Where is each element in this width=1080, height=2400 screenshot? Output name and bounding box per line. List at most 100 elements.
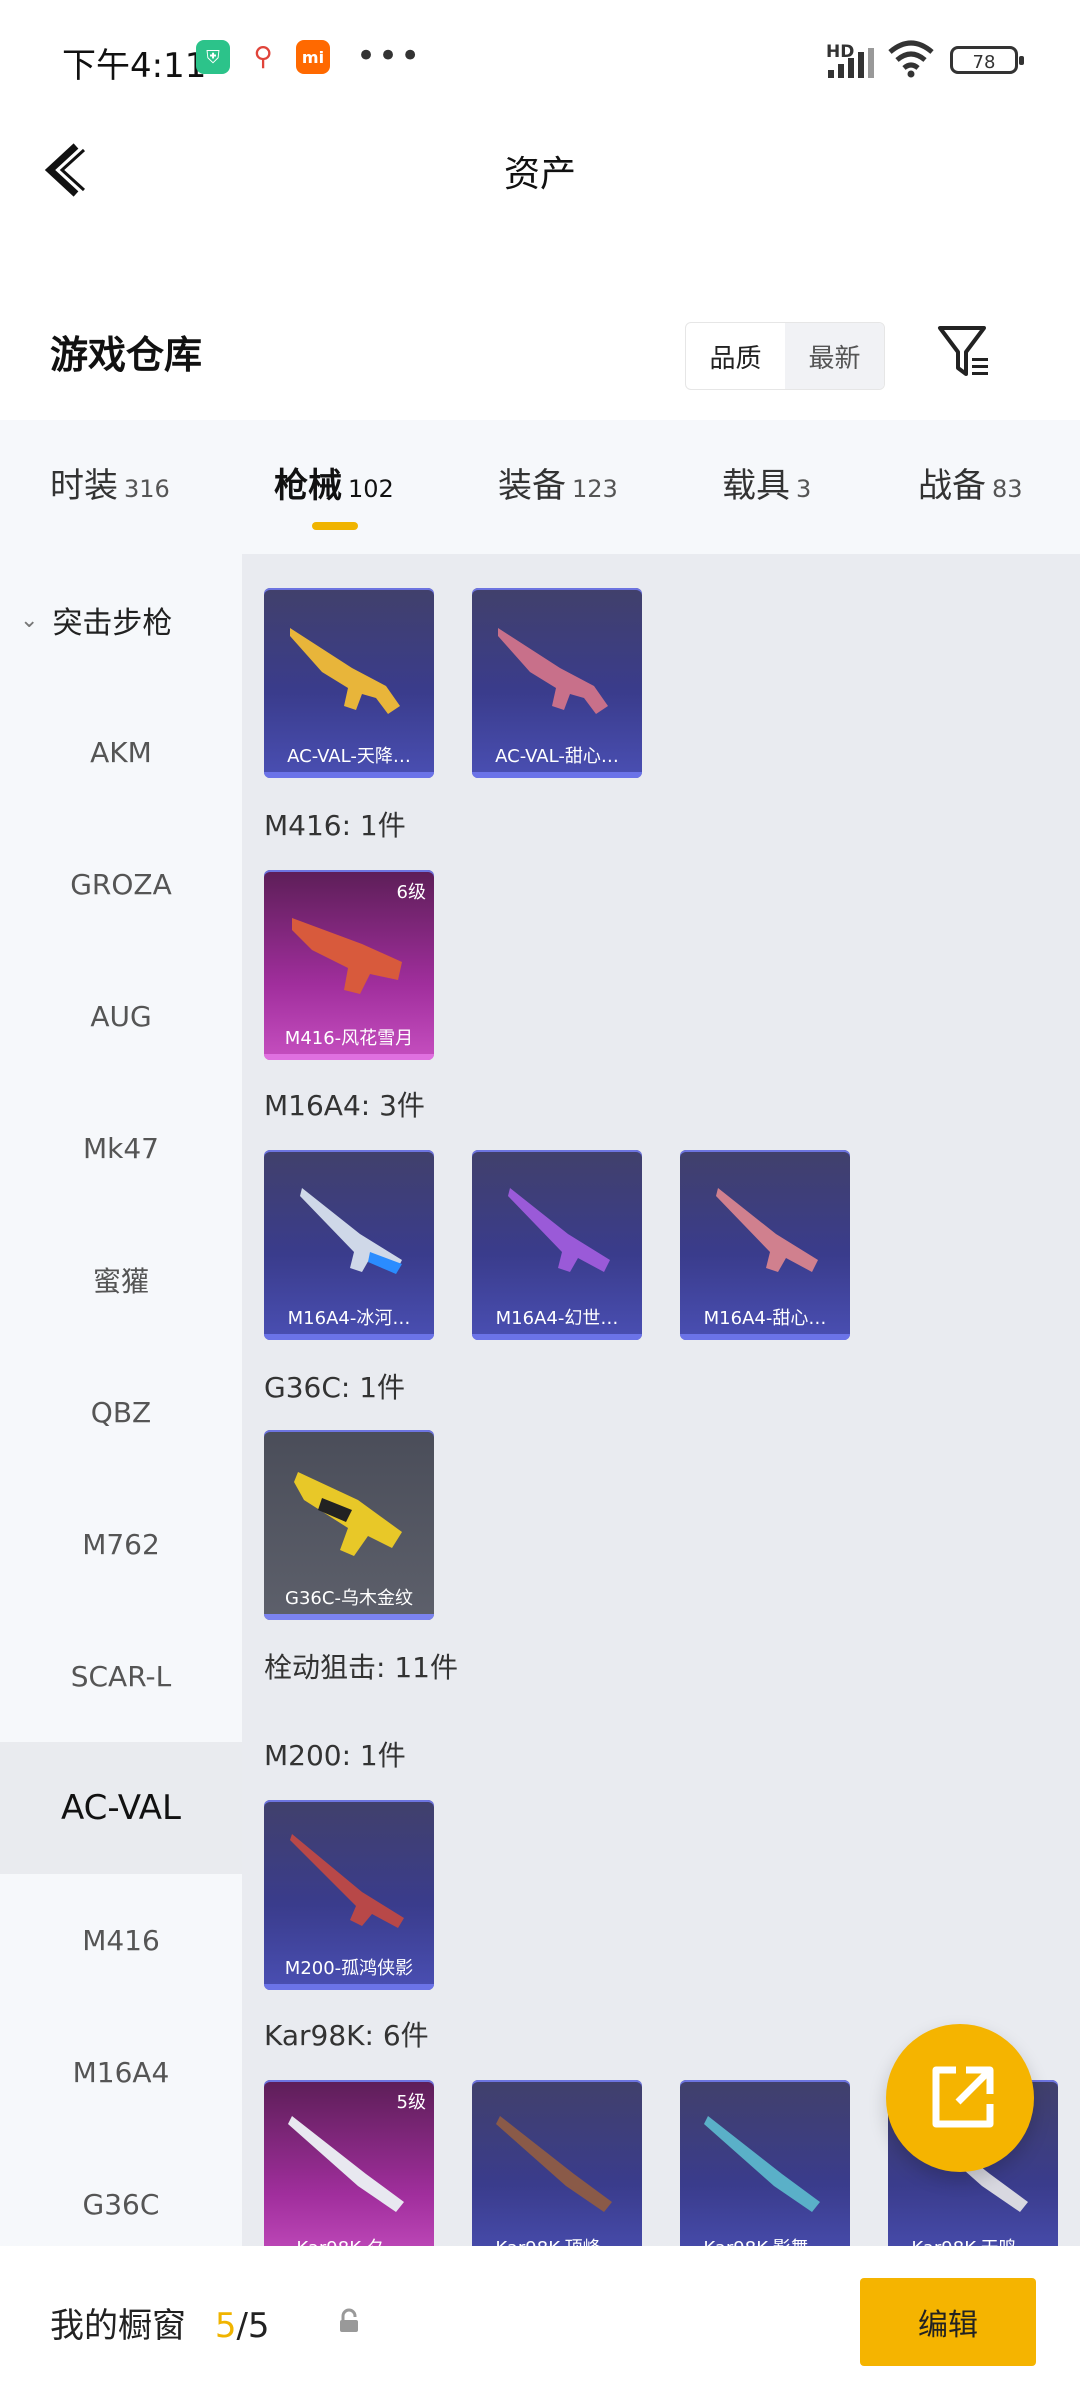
showcase-summary: 我的橱窗 5/5 [50, 2298, 270, 2347]
skin-card[interactable]: G36C-乌木金纹 [264, 1430, 434, 1620]
more-notifications-icon: ••• [356, 36, 423, 76]
rarity-bar [264, 1334, 434, 1340]
category-tabs: 时装 316 枪械 102 装备 123 载具 3 战备 83 [0, 420, 1080, 554]
tab-firearms[interactable]: 枪械 102 [274, 458, 394, 507]
skin-name: M16A4-幻世… [495, 1308, 619, 1329]
tab-label: 装备 [498, 466, 566, 506]
skin-card[interactable]: M16A4-幻世… [472, 1150, 642, 1340]
rifle-icon [294, 1472, 402, 1556]
sidebar-group-assault-rifles[interactable]: ⌄ 突击步枪 [0, 554, 242, 686]
rifle-icon [508, 1188, 610, 1272]
tab-count: 123 [572, 475, 618, 503]
tab-label: 载具 [722, 466, 790, 506]
sniper-icon [290, 1834, 404, 1928]
edit-button[interactable]: 编辑 [860, 2278, 1036, 2366]
page-title: 资产 [503, 154, 576, 195]
skin-card[interactable]: Kar98K-顶峰… [472, 2080, 642, 2246]
weapon-grid: AC-VAL-天降… AC-VAL-甜心… M416: 1件 6级 M416-风… [242, 554, 1080, 2246]
skin-card[interactable]: M200-孤鸿侠影 [264, 1800, 434, 1990]
skin-card[interactable]: M16A4-冰河… [264, 1150, 434, 1340]
skin-card[interactable]: Kar98K-影舞… [680, 2080, 850, 2246]
wifi-icon [886, 40, 936, 85]
sidebar-item-m416[interactable]: M416 [0, 1874, 242, 2006]
sidebar-item-ac-val[interactable]: AC-VAL [0, 1742, 242, 1874]
skin-name: AC-VAL-甜心… [495, 746, 619, 767]
skin-name: M200-孤鸿侠影 [284, 1958, 414, 1979]
sort-toggle: 品质 最新 [685, 322, 885, 390]
map-app-icon: ⚲ [246, 40, 280, 74]
skin-name: Kar98K-天鸣… [888, 2234, 1058, 2246]
sidebar-item-akm[interactable]: AKM [0, 686, 242, 818]
rifle-icon [292, 918, 402, 994]
section-title-m16a4: M16A4: 3件 [264, 1089, 425, 1122]
sniper-icon [496, 2116, 612, 2212]
rarity-bar [472, 1334, 642, 1340]
lock-icon [336, 2308, 362, 2334]
skin-name: Kar98K-影舞… [680, 2234, 850, 2246]
sidebar-item-groza[interactable]: GROZA [0, 818, 242, 950]
tab-equipment[interactable]: 装备 123 [498, 458, 618, 507]
tab-label: 战备 [918, 466, 986, 506]
rarity-bar [680, 1334, 850, 1340]
rarity-bar [264, 772, 434, 778]
skin-card[interactable]: M16A4-甜心… [680, 1150, 850, 1340]
tab-label: 枪械 [274, 466, 342, 506]
sort-newest-option[interactable]: 最新 [785, 323, 884, 389]
tab-vehicles[interactable]: 载具 3 [722, 458, 811, 507]
sort-quality-option[interactable]: 品质 [686, 323, 785, 389]
rarity-bar [264, 1984, 434, 1990]
battery-indicator: 78 [950, 46, 1024, 74]
showcase-count: 5/5 [215, 2306, 270, 2346]
skin-name: Kar98K-夕… [264, 2234, 434, 2246]
skin-name: M16A4-冰河… [287, 1308, 411, 1329]
tab-count: 83 [992, 475, 1023, 503]
skin-card[interactable]: AC-VAL-甜心… [472, 588, 642, 778]
tab-fashion[interactable]: 时装 316 [50, 458, 170, 507]
sidebar-item-aug[interactable]: AUG [0, 950, 242, 1082]
skin-name: G36C-乌木金纹 [285, 1588, 413, 1609]
tab-count: 316 [124, 475, 170, 503]
status-bar: 下午4:11 ⛨ ⚲ mi ••• HD 78 [0, 0, 1080, 120]
share-external-icon [932, 2066, 994, 2128]
sniper-icon [288, 2116, 404, 2212]
rarity-bar [264, 1054, 434, 1060]
tab-label: 时装 [50, 466, 118, 506]
active-tab-indicator [312, 522, 358, 530]
skin-card[interactable]: 6级 M416-风花雪月 [264, 870, 434, 1060]
share-fab-button[interactable] [886, 2024, 1034, 2172]
warehouse-title: 游戏仓库 [50, 333, 203, 377]
skin-card[interactable]: 5级 Kar98K-夕… [264, 2080, 434, 2246]
shield-app-icon: ⛨ [196, 40, 230, 74]
tab-supplies[interactable]: 战备 83 [918, 458, 1023, 507]
skin-name: M416-风花雪月 [284, 1028, 414, 1049]
showcase-label: 我的橱窗 [50, 2306, 186, 2346]
rifle-icon [300, 1188, 402, 1274]
sniper-icon [704, 2116, 820, 2212]
mi-app-icon: mi [296, 40, 330, 74]
rifle-icon [716, 1188, 818, 1272]
skin-name: Kar98K-顶峰… [472, 2234, 642, 2246]
sidebar-item-qbz[interactable]: QBZ [0, 1346, 242, 1478]
section-title-m416: M416: 1件 [264, 809, 406, 842]
rifle-icon [498, 628, 608, 714]
section-title-m200: M200: 1件 [264, 1739, 406, 1772]
sidebar-item-m762[interactable]: M762 [0, 1478, 242, 1610]
section-title-bolt-action: 栓动狙击: 11件 [264, 1651, 458, 1684]
sidebar-item-m16a4[interactable]: M16A4 [0, 2006, 242, 2138]
rarity-bar [472, 772, 642, 778]
skin-name: M16A4-甜心… [703, 1308, 827, 1329]
section-title-kar98k: Kar98K: 6件 [264, 2019, 429, 2052]
sidebar-item-mk47[interactable]: Mk47 [0, 1082, 242, 1214]
signal-icon [828, 48, 876, 78]
showcase-count-total: /5 [236, 2306, 270, 2346]
filter-icon [938, 326, 988, 376]
filter-button[interactable] [936, 322, 992, 382]
skin-card[interactable]: AC-VAL-天降… [264, 588, 434, 778]
rarity-bar [264, 1614, 434, 1620]
sidebar-item-scar-l[interactable]: SCAR-L [0, 1610, 242, 1742]
status-time: 下午4:11 [62, 46, 207, 86]
section-title-g36c: G36C: 1件 [264, 1371, 406, 1404]
rifle-icon [290, 628, 400, 714]
sidebar-item-honey-badger[interactable]: 蜜獾 [0, 1214, 242, 1346]
showcase-count-current: 5 [214, 2306, 237, 2346]
